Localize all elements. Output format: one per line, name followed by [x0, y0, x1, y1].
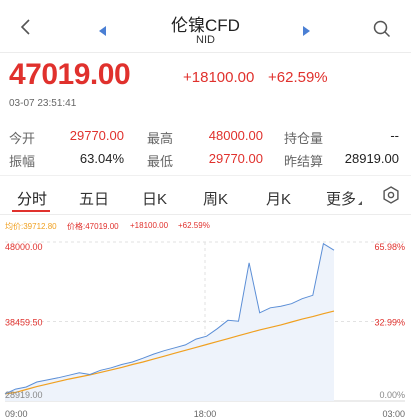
tab-more[interactable]: 更多: [326, 188, 356, 209]
open-label: 今开: [9, 131, 36, 146]
legend-change-percent: +62.59%: [178, 221, 210, 230]
tab-intraday[interactable]: 分时: [17, 188, 47, 209]
more-dropdown-icon: [358, 201, 362, 205]
active-tab-indicator: [12, 210, 50, 212]
low-label: 最低: [147, 154, 174, 169]
intraday-chart[interactable]: 48000.00 38459.50 28919.00 65.98% 32.99% 0.00…: [0, 230, 411, 420]
last-price: 47019.00: [9, 58, 131, 91]
y-tick-label-right: 32.99%: [374, 318, 405, 328]
amplitude-label: 振幅: [9, 154, 36, 169]
search-icon[interactable]: [373, 20, 391, 38]
prev-settle-label: 昨结算: [284, 154, 324, 169]
prev-settle-value: 28919.00: [344, 151, 399, 166]
x-tick-label: 18:00: [194, 409, 217, 419]
x-tick-label: 09:00: [5, 409, 28, 419]
price-area-fill: [5, 243, 334, 401]
page-subtitle: NID: [196, 34, 215, 46]
price-change: +18100.00: [183, 69, 255, 86]
price-change-percent: +62.59%: [268, 69, 328, 86]
y-tick-label-left: 48000.00: [5, 242, 43, 252]
tab-five-day[interactable]: 五日: [79, 188, 109, 209]
amplitude-value: 63.04%: [79, 151, 124, 166]
y-tick-label-left: 38459.50: [5, 318, 43, 328]
tab-monthly-k[interactable]: 月K: [266, 188, 291, 209]
tabs-bottom-divider: [0, 214, 411, 215]
open-value: 29770.00: [69, 128, 124, 143]
high-value: 48000.00: [208, 128, 263, 143]
low-value: 29770.00: [208, 151, 263, 166]
page-title: 伦镍CFD: [171, 16, 240, 35]
y-tick-label-right: 0.00%: [379, 390, 405, 400]
tab-daily-k[interactable]: 日K: [142, 188, 167, 209]
app-header: 伦镍CFD NID: [0, 0, 411, 52]
position-value: --: [390, 128, 399, 143]
settings-gear-icon[interactable]: [382, 186, 400, 204]
y-tick-label-right: 65.98%: [374, 242, 405, 252]
x-tick-label: 03:00: [382, 409, 405, 419]
legend-change: +18100.00: [130, 221, 169, 230]
tabs-top-divider: [0, 175, 411, 176]
high-label: 最高: [147, 131, 174, 146]
tab-weekly-k[interactable]: 周K: [203, 188, 228, 209]
quote-timestamp: 03-07 23:51:41: [9, 98, 77, 109]
position-label: 持仓量: [284, 131, 324, 146]
header-divider: [0, 52, 411, 53]
y-tick-label-left: 28919.00: [5, 390, 43, 400]
next-instrument-icon[interactable]: [302, 26, 310, 36]
